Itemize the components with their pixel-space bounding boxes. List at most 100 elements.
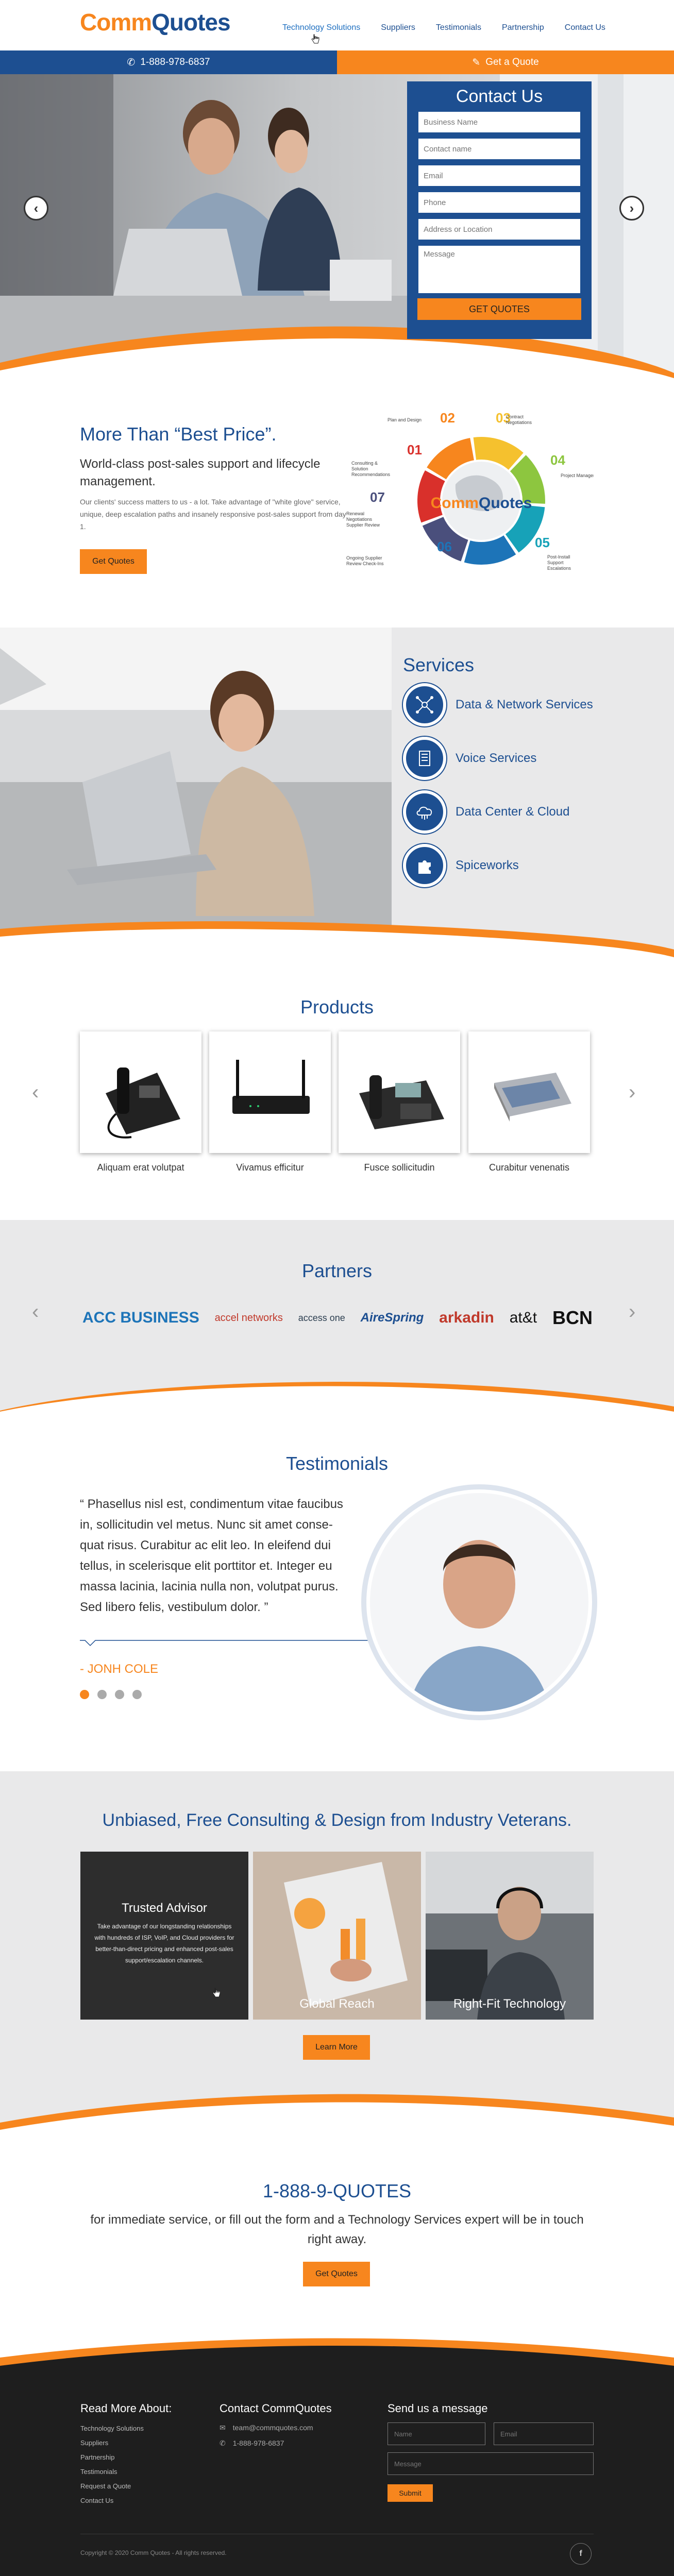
learn-more-button[interactable]: Learn More [303, 2035, 370, 2060]
get-a-quote-bar[interactable]: ✎ Get a Quote [337, 50, 674, 74]
phone-bar[interactable]: ✆ 1-888-978-6837 [0, 50, 337, 74]
products-next-arrow[interactable]: › [629, 1082, 635, 1103]
consulting-wave [0, 2094, 674, 2132]
best-price-get-quotes-button[interactable]: Get Quotes [80, 549, 147, 574]
partner-logo-att[interactable]: at&t [510, 1309, 537, 1327]
product-card[interactable] [209, 1031, 331, 1153]
consult-card-global-reach[interactable]: Global Reach [253, 1852, 421, 2020]
hand-cursor-icon [311, 34, 319, 44]
product-card[interactable] [80, 1031, 201, 1153]
cta-get-quotes-button[interactable]: Get Quotes [303, 2262, 370, 2286]
footer-link[interactable]: Request a Quote [80, 2482, 131, 2490]
cta-text: for immediate service, or fill out the f… [90, 2213, 584, 2246]
service-voice[interactable]: Voice Services [403, 737, 536, 780]
footer-submit-button[interactable]: Submit [387, 2484, 433, 2502]
footer-link[interactable]: Suppliers [80, 2439, 108, 2447]
footer-message-input[interactable] [387, 2452, 594, 2475]
service-data-network[interactable]: Data & Network Services [403, 683, 593, 726]
card-title: Global Reach [299, 1997, 375, 2011]
products-prev-arrow[interactable]: ‹ [32, 1082, 39, 1103]
step-label: Contract Negotiations [506, 414, 532, 425]
service-spiceworks[interactable]: Spiceworks [403, 844, 519, 887]
nav-technology-solutions[interactable]: Technology Solutions [272, 22, 370, 34]
footer-email[interactable]: ✉ team@commquotes.com [220, 2424, 313, 2432]
consult-card-right-fit-technology[interactable]: Right-Fit Technology [426, 1852, 594, 2020]
site-header: CommQuotes Technology Solutions Supplier… [0, 0, 674, 50]
message-textarea[interactable] [417, 245, 581, 294]
product-label: Vivamus efficitur [236, 1162, 304, 1173]
partner-logo-acc[interactable]: ACC BUSINESS [82, 1309, 199, 1327]
partner-logo-accel[interactable]: accel networks [215, 1312, 283, 1324]
footer-link[interactable]: Partnership [80, 2453, 114, 2461]
carousel-dot-active[interactable] [80, 1690, 89, 1699]
carousel-dot[interactable] [97, 1690, 107, 1699]
tablet-chart-photo [253, 1852, 421, 2020]
chevron-left-icon: ‹ [32, 1081, 39, 1104]
service-data-center-cloud[interactable]: Data Center & Cloud [403, 790, 569, 834]
nav-testimonials[interactable]: Testimonials [426, 22, 492, 34]
step-label: Plan and Design [387, 417, 422, 422]
logo-quotes: Quotes [151, 9, 230, 36]
chevron-right-icon: › [629, 200, 634, 216]
partner-logo-airespring[interactable]: AireSpring [361, 1311, 424, 1325]
email-input[interactable] [417, 164, 581, 187]
contact-name-input[interactable] [417, 138, 581, 160]
nav-contact-us[interactable]: Contact Us [554, 22, 616, 34]
desk-phone-image [359, 1075, 444, 1129]
footer-link[interactable]: Contact Us [80, 2497, 113, 2504]
footer-phone[interactable]: ✆ 1-888-978-6837 [220, 2439, 284, 2448]
get-a-quote-label: Get a Quote [485, 57, 539, 67]
testimonial-author: - JONH COLE [80, 1662, 159, 1676]
best-price-title: More Than “Best Price”. [80, 423, 277, 445]
phone-input[interactable] [417, 191, 581, 214]
chevron-left-icon: ‹ [32, 1300, 39, 1323]
partners-prev-arrow[interactable]: ‹ [32, 1301, 39, 1322]
get-quotes-submit-button[interactable]: GET QUOTES [417, 298, 581, 320]
footer-name-input[interactable] [387, 2422, 485, 2445]
footer-email-input[interactable] [494, 2422, 594, 2445]
partner-logo-access-one[interactable]: access one [298, 1313, 345, 1324]
footer-link[interactable]: Technology Solutions [80, 2425, 144, 2432]
card-title: Right-Fit Technology [453, 1997, 566, 2011]
hero-prev-button[interactable]: ‹ [24, 196, 48, 221]
facebook-icon[interactable]: f [570, 2543, 592, 2565]
step-number: 04 [550, 452, 565, 468]
logo[interactable]: CommQuotes [80, 9, 231, 36]
nav-suppliers[interactable]: Suppliers [370, 22, 426, 34]
testimonials-title: Testimonials [285, 1453, 389, 1474]
footer-contact-title: Contact CommQuotes [220, 2402, 332, 2415]
footer-message-title: Send us a message [387, 2402, 488, 2415]
ip-phone-image [106, 1067, 180, 1139]
services-photo [0, 628, 674, 957]
network-card-image [494, 1073, 571, 1122]
hand-cursor-icon [212, 1988, 221, 1997]
partners-next-arrow[interactable]: › [629, 1301, 635, 1322]
consult-card-trusted-advisor[interactable]: Trusted Advisor Take advantage of our lo… [80, 1852, 248, 2020]
nav-partnership[interactable]: Partnership [492, 22, 554, 34]
carousel-dot[interactable] [115, 1690, 124, 1699]
partner-logo-bcn[interactable]: BCN [552, 1307, 593, 1329]
service-label: Spiceworks [456, 858, 519, 872]
card-text: Take advantage of our longstanding relat… [94, 1923, 234, 1964]
product-card[interactable] [339, 1031, 460, 1153]
carousel-dot[interactable] [132, 1690, 142, 1699]
product-label: Fusce sollicitudin [364, 1162, 435, 1173]
product-card[interactable] [468, 1031, 590, 1153]
footer-phone-text: 1-888-978-6837 [232, 2439, 284, 2447]
step-label: Renewal Negotiations Supplier Review [346, 511, 380, 528]
address-input[interactable] [417, 218, 581, 241]
service-label: Data & Network Services [456, 698, 593, 711]
services-section: Services Data & Network Services Voice S… [0, 628, 674, 957]
router-image [232, 1060, 310, 1114]
testimonial-avatar [361, 1484, 597, 1720]
chevron-left-icon: ‹ [33, 200, 39, 216]
footer-link[interactable]: Testimonials [80, 2468, 117, 2476]
step-number: 01 [407, 442, 422, 457]
lifecycle-segment [464, 535, 516, 565]
partner-logo-arkadin[interactable]: arkadin [439, 1309, 494, 1327]
edit-icon: ✎ [472, 57, 481, 68]
hero-next-button[interactable]: › [619, 196, 644, 221]
cta-phone[interactable]: 1-888-9-QUOTES [0, 2180, 674, 2202]
phone-icon: ✆ [127, 57, 136, 68]
business-name-input[interactable] [417, 111, 581, 133]
